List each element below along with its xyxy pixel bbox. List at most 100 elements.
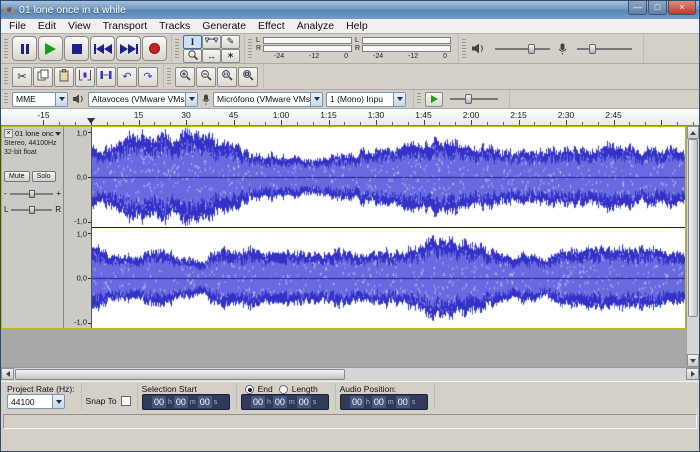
redo-button[interactable]: ↷ [138,66,158,87]
ruler-label: 1:00 [272,110,290,120]
skip-to-end-button[interactable] [116,36,141,61]
cut-button[interactable]: ✂ [12,66,32,87]
copy-icon [37,69,49,85]
output-device-select[interactable]: Altavoces (VMware VMs [88,91,198,107]
menu-item-transport[interactable]: Transport [97,19,154,34]
slider-thumb[interactable] [28,205,35,214]
play-at-speed-button[interactable] [425,91,443,107]
skip-to-start-button[interactable] [90,36,115,61]
horizontal-scrollbar[interactable] [1,367,699,381]
recording-meter[interactable]: L R -24 -12 0 [256,36,352,62]
scroll-left-button[interactable] [1,368,14,380]
menu-item-generate[interactable]: Generate [196,19,252,34]
horizontal-scroll-thumb[interactable] [15,369,345,380]
pause-button[interactable] [12,36,37,61]
menu-item-analyze[interactable]: Analyze [291,19,340,34]
track-control-panel[interactable]: × 01 lone onc Stereo, 44100Hz 32-bit flo… [2,127,64,328]
menu-item-edit[interactable]: Edit [32,19,62,34]
close-button[interactable]: × [668,1,696,15]
trim-audio-button[interactable] [75,66,95,87]
playback-speed-slider[interactable] [450,94,498,104]
fit-project-button[interactable] [238,66,258,87]
timeshift-tool-button[interactable]: ↔ [202,48,221,63]
length-radio[interactable] [278,384,288,394]
toolbar-grip[interactable] [4,68,8,85]
stop-button[interactable] [64,36,89,61]
paste-button[interactable] [54,66,74,87]
track-area[interactable]: × 01 lone onc Stereo, 44100Hz 32-bit flo… [1,126,699,367]
pan-slider[interactable]: L R [4,205,61,214]
multi-tool-button[interactable]: ∗ [221,48,240,63]
silence-audio-button[interactable] [96,66,116,87]
output-volume-slider[interactable] [495,43,550,54]
vertical-scroll-thumb[interactable] [688,139,698,317]
fit-selection-button[interactable] [217,66,237,87]
timeline-ruler[interactable]: -15 15 30 45 1:00 1:15 1:30 1:45 2:00 2:15 2:30 2:4… [1,109,699,126]
ruler-tick [170,122,172,125]
menu-item-tracks[interactable]: Tracks [153,19,196,34]
host-select[interactable]: MME [12,91,68,107]
undo-button[interactable]: ↶ [117,66,137,87]
vertical-scrollbar[interactable] [686,126,699,367]
minimize-button[interactable]: — [628,1,647,15]
length-radio-label[interactable]: Length [292,384,318,394]
playback-meter[interactable]: L R -24 -12 0 [355,36,451,62]
slider-thumb[interactable] [589,43,597,54]
toolbar-grip[interactable] [417,93,421,105]
envelope-tool-button[interactable] [202,34,221,49]
selection-end-time[interactable]: 00 h 00 m 00 s [240,394,329,410]
toolbar-grip[interactable] [175,39,179,58]
mute-button[interactable]: Mute [4,171,30,182]
slider-thumb[interactable] [528,43,535,54]
end-radio[interactable] [244,384,254,394]
toolbar-grip[interactable] [4,39,8,58]
scroll-up-button[interactable] [687,126,699,139]
zoom-out-button[interactable] [196,66,216,87]
scroll-down-button[interactable] [687,354,699,367]
playhead-marker[interactable] [87,118,95,124]
pan-slider-track[interactable] [11,205,53,214]
waveform-canvas-right[interactable] [92,228,685,328]
vruler-label: 0,0 [76,172,87,182]
play-button[interactable] [38,36,63,61]
menu-item-effect[interactable]: Effect [252,19,291,34]
selection-tool-button[interactable]: I [183,34,202,49]
draw-tool-button[interactable]: ✎ [221,34,240,49]
transport-toolbar [1,34,172,63]
track-close-button[interactable]: × [4,129,13,138]
gain-slider[interactable]: - + [4,189,61,198]
slider-thumb[interactable] [465,94,473,104]
record-button[interactable] [142,36,167,61]
time-unit: s [411,398,416,406]
slider-thumb[interactable] [28,189,35,198]
end-radio-label[interactable]: End [258,384,273,394]
gain-slider-track[interactable] [9,189,54,198]
zoom-in-button[interactable] [175,66,195,87]
ruler-label: 45 [228,110,239,120]
toolbar-grip[interactable] [248,39,252,58]
scroll-right-button[interactable] [686,368,699,380]
menu-item-help[interactable]: Help [340,19,374,34]
copy-button[interactable] [33,66,53,87]
input-volume-slider[interactable] [577,43,632,54]
track-menu-arrow-icon[interactable] [55,131,61,136]
toolbar-grip[interactable] [4,93,8,105]
title-bar[interactable]: 01 lone once in a while — □ × [1,1,699,19]
track-title[interactable]: 01 lone onc [15,129,54,138]
audio-position-time[interactable]: 00 h 00 m 00 s [339,394,428,410]
input-channels-select[interactable]: 1 (Mono) Inpu [326,91,406,107]
menu-item-view[interactable]: View [62,19,97,34]
input-device-select[interactable]: Micrófono (VMware VMs [213,91,323,107]
snap-to-checkbox[interactable] [120,395,131,406]
project-rate-select[interactable]: 44100 [7,394,65,409]
toolbar-grip[interactable] [462,39,466,58]
waveform-canvas-left[interactable] [92,127,685,227]
selection-start-time[interactable]: 00 h 00 m 00 s [141,394,230,410]
vertical-ruler[interactable]: 1,0 0,0 -1,0 1,0 0,0 -1,0 [64,127,92,328]
waveform-area[interactable] [92,127,685,328]
zoom-tool-button[interactable] [183,48,202,63]
toolbar-grip[interactable] [167,68,171,85]
solo-button[interactable]: Solo [31,171,56,182]
menu-item-file[interactable]: File [3,19,32,34]
maximize-button[interactable]: □ [648,1,667,15]
